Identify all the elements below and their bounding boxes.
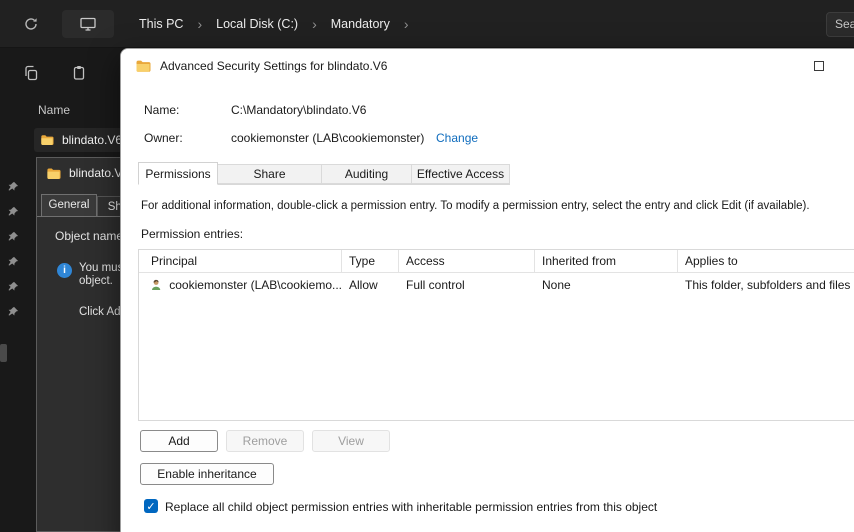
this-pc-icon [79,15,97,33]
folder-icon [47,167,61,179]
refresh-icon [25,18,37,30]
cell-type: Allow [349,278,378,292]
name-column-header[interactable]: Name [38,103,70,117]
maximize-icon [814,61,824,71]
pin-icon [8,256,19,266]
replace-permissions-checkbox[interactable] [144,499,158,513]
copy-button[interactable] [22,64,40,82]
info-text-line1: You mus [79,262,124,274]
security-tabs: Permissions Share Auditing Effective Acc… [138,162,510,185]
owner-value: cookiemonster (LAB\cookiemonster) [231,131,425,145]
change-owner-link[interactable]: Change [436,131,478,145]
dialog-title: Advanced Security Settings for blindato.… [160,59,388,73]
column-principal[interactable]: Principal [139,250,342,272]
pinned-item[interactable] [6,280,20,299]
properties-titlebar[interactable]: blindato.V [37,158,122,188]
cell-access: Full control [406,278,465,292]
paste-icon [73,66,85,80]
folder-icon [41,135,54,146]
info-text-line2: object. [79,275,113,287]
pinned-item[interactable] [6,205,20,224]
paste-button[interactable] [70,64,88,82]
chevron-right-icon[interactable]: › [190,16,209,32]
tab-effective-access[interactable]: Effective Access [412,164,510,184]
cell-inherited-from: None [542,278,571,292]
permission-entries-table: Principal Type Access Inherited from App… [138,249,854,421]
remove-button[interactable]: Remove [226,430,304,452]
column-access[interactable]: Access [399,250,535,272]
search-input[interactable]: Sea [826,12,854,37]
address-bar: This PC › Local Disk (C:) › Mandatory › … [0,0,854,48]
replace-permissions-label: Replace all child object permission entr… [165,500,658,514]
file-item-blindato[interactable]: blindato.V6 [34,128,122,152]
refresh-button[interactable] [22,15,40,33]
pinned-item[interactable] [6,180,20,199]
nav-selection-indicator [0,344,7,362]
copy-icon [25,65,38,81]
column-type[interactable]: Type [342,250,399,272]
column-inherited-from[interactable]: Inherited from [535,250,678,272]
user-icon [152,279,161,290]
chevron-right-icon[interactable]: › [305,16,324,32]
folder-icon [136,60,151,72]
tab-share[interactable]: Share [218,164,322,184]
object-name-label: Object name: [55,229,127,243]
pinned-item[interactable] [6,230,20,249]
table-row[interactable]: cookiemonster (LAB\cookiemo... Allow Ful… [139,273,854,297]
advanced-security-dialog: Advanced Security Settings for blindato.… [120,48,854,532]
security-titlebar[interactable]: Advanced Security Settings for blindato.… [121,49,854,83]
view-button[interactable]: View [312,430,390,452]
properties-title: blindato.V [69,166,123,180]
add-button[interactable]: Add [140,430,218,452]
explorer-window: This PC › Local Disk (C:) › Mandatory › … [0,0,854,532]
location-icon-button[interactable] [62,10,114,38]
pin-icon [8,281,19,291]
info-icon [57,263,72,278]
pin-icon [8,231,19,241]
pin-icon [8,181,19,191]
breadcrumb-local-disk[interactable]: Local Disk (C:) [209,13,305,35]
tab-auditing[interactable]: Auditing [322,164,412,184]
tab-permissions[interactable]: Permissions [138,162,218,185]
enable-inheritance-button[interactable]: Enable inheritance [140,463,274,485]
name-value: C:\Mandatory\blindato.V6 [231,103,367,117]
pinned-item[interactable] [6,305,20,324]
cell-principal: cookiemonster (LAB\cookiemo... [139,277,342,293]
tab-general[interactable]: General [41,194,97,216]
pinned-item[interactable] [6,255,20,274]
properties-body-text: Click Ad [79,306,121,318]
pin-icon [8,206,19,216]
table-header: Principal Type Access Inherited from App… [139,250,854,273]
breadcrumb-mandatory[interactable]: Mandatory [324,13,397,35]
breadcrumb-this-pc[interactable]: This PC [132,13,190,35]
principal-text: cookiemonster (LAB\cookiemo... [169,278,342,292]
breadcrumb: This PC › Local Disk (C:) › Mandatory › [132,0,416,48]
instruction-text: For additional information, double-click… [141,200,810,212]
cell-applies-to: This folder, subfolders and files [685,278,851,292]
pin-icon [8,306,19,316]
maximize-button[interactable] [803,55,835,77]
column-applies-to[interactable]: Applies to [678,250,854,272]
permission-entries-label: Permission entries: [141,227,244,241]
owner-label: Owner: [144,131,183,145]
file-item-label: blindato.V6 [61,133,122,147]
chevron-right-icon[interactable]: › [397,16,416,32]
name-label: Name: [144,103,180,117]
